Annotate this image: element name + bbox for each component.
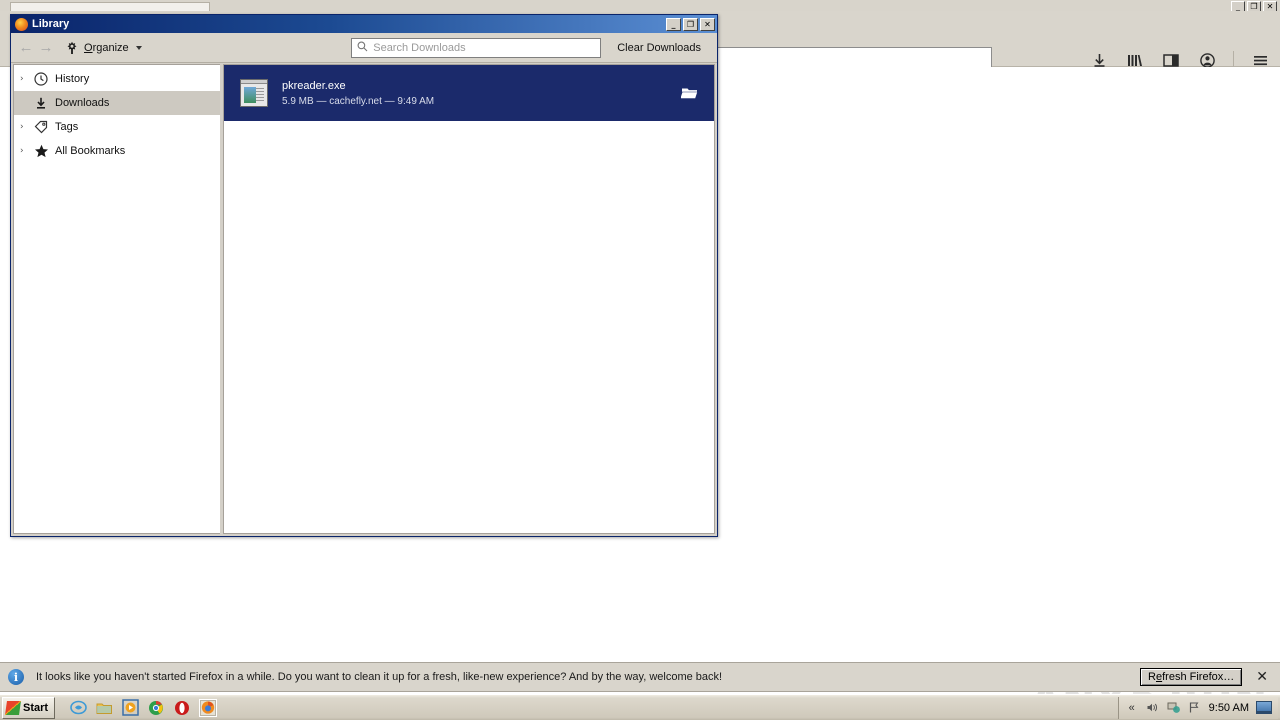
sidebar-item-tags[interactable]: › Tags: [14, 115, 220, 139]
firefox-taskbar-icon[interactable]: [199, 698, 218, 717]
organize-button[interactable]: Organize: [59, 39, 148, 57]
library-window-controls: _ ❐ ✕: [666, 17, 715, 31]
system-tray: « 9:50 AM: [1117, 696, 1278, 719]
chevron-right-icon[interactable]: ›: [20, 146, 32, 156]
notification-message: It looks like you haven't started Firefo…: [36, 671, 723, 683]
library-maximize-button[interactable]: ❐: [683, 17, 698, 31]
firefox-tab-strip[interactable]: _ ❐ ✕: [0, 0, 1280, 12]
organize-label: Organize: [84, 41, 129, 54]
sidebar-label-downloads: Downloads: [55, 97, 110, 109]
download-filename: pkreader.exe: [282, 79, 346, 92]
downloads-list: pkreader.exe 5.9 MB — cachefly.net — 9:4…: [223, 64, 715, 534]
chevron-right-icon[interactable]: ›: [20, 74, 32, 84]
library-titlebar[interactable]: Library _ ❐ ✕: [11, 15, 717, 33]
star-icon: [32, 143, 50, 159]
download-details: 5.9 MB — cachefly.net — 9:49 AM: [282, 95, 435, 107]
clock-icon: [32, 71, 50, 87]
library-forward-button[interactable]: →: [37, 38, 55, 58]
sidebar-item-all-bookmarks[interactable]: › All Bookmarks: [14, 139, 220, 163]
sidebar-item-history[interactable]: › History: [14, 67, 220, 91]
library-close-button[interactable]: ✕: [700, 17, 715, 31]
taskbar-clock[interactable]: 9:50 AM: [1209, 702, 1249, 714]
sidebar-item-downloads[interactable]: Downloads: [14, 91, 220, 115]
network-icon[interactable]: [1167, 701, 1181, 715]
download-item-text: pkreader.exe 5.9 MB — cachefly.net — 9:4…: [282, 80, 434, 107]
gear-icon: [65, 41, 79, 55]
search-downloads-input[interactable]: Search Downloads: [351, 37, 602, 58]
library-navigation: ← →: [17, 38, 55, 58]
executable-file-icon: [240, 79, 268, 107]
open-folder-icon[interactable]: [678, 82, 702, 104]
download-icon: [32, 95, 50, 111]
file-explorer-icon[interactable]: [95, 699, 113, 717]
windows-logo-icon: [5, 700, 21, 715]
chevron-down-icon: [135, 45, 142, 50]
library-toolbar: ← → Organize Search Downloads Clear Down…: [11, 33, 717, 63]
opera-icon[interactable]: [173, 699, 191, 717]
refresh-firefox-notification-bar: i It looks like you haven't started Fire…: [0, 662, 1280, 692]
info-icon: i: [8, 669, 24, 685]
start-button[interactable]: Start: [2, 696, 56, 719]
sidebar-label-all-bookmarks: All Bookmarks: [55, 145, 126, 157]
search-placeholder: Search Downloads: [373, 41, 466, 54]
library-body: › History Downloads › Tags › All Bookmar…: [13, 64, 715, 534]
browser-tab[interactable]: [10, 2, 210, 11]
close-icon[interactable]: ✕: [1252, 669, 1272, 685]
firefox-icon: [15, 17, 28, 31]
clear-downloads-button[interactable]: Clear Downloads: [611, 40, 707, 56]
quick-launch-bar: [69, 698, 218, 717]
library-window: Library _ ❐ ✕ ← → Organize Search Downlo…: [10, 14, 718, 537]
show-desktop-icon[interactable]: [1256, 701, 1272, 714]
library-window-title: Library: [32, 18, 70, 30]
tray-expand-icon[interactable]: «: [1125, 701, 1139, 715]
media-player-icon[interactable]: [121, 699, 139, 717]
screen: _ ❐ ✕ ← →: [0, 0, 1280, 720]
library-minimize-button[interactable]: _: [666, 17, 681, 31]
chevron-right-icon[interactable]: ›: [20, 122, 32, 132]
search-icon: [357, 41, 368, 55]
refresh-firefox-button[interactable]: Refresh Firefox…: [1140, 668, 1243, 686]
library-back-button[interactable]: ←: [17, 38, 35, 58]
download-list-item[interactable]: pkreader.exe 5.9 MB — cachefly.net — 9:4…: [224, 65, 714, 121]
internet-explorer-icon[interactable]: [69, 699, 87, 717]
start-button-label: Start: [23, 701, 49, 714]
tag-icon: [32, 119, 50, 135]
chrome-icon[interactable]: [147, 699, 165, 717]
volume-icon[interactable]: [1146, 701, 1160, 715]
library-sidebar: › History Downloads › Tags › All Bookmar…: [13, 64, 220, 534]
flag-icon[interactable]: [1188, 701, 1202, 715]
sidebar-label-history: History: [55, 73, 90, 85]
windows-taskbar: Start « 9:50 AM: [0, 694, 1280, 720]
sidebar-label-tags: Tags: [55, 121, 79, 133]
